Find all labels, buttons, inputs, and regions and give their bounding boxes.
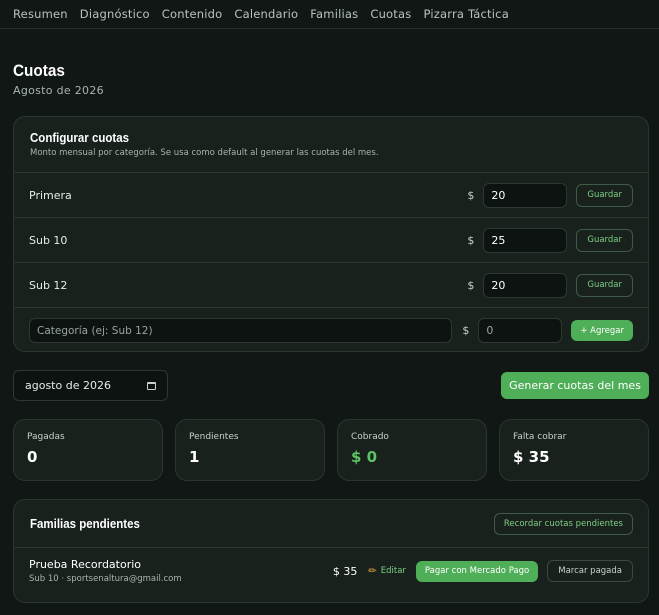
nav-item-familias[interactable]: Familias [310,7,358,21]
edit-button[interactable]: ✏ Editar [368,566,406,577]
category-name: Primera [29,188,72,202]
category-amount-input[interactable] [483,272,568,298]
family-info: Prueba Recordatorio Sub 10 · sportsenalt… [29,558,333,584]
config-description: Monto mensual por categoría. Se usa como… [30,148,379,158]
edit-label: Editar [380,566,406,576]
category-name: Sub 12 [29,278,68,292]
nav-item-contenido[interactable]: Contenido [162,7,223,21]
category-row-sub10: Sub 10 $ Guardar [14,218,648,263]
config-header: Configurar cuotas Monto mensual por cate… [14,117,648,173]
generate-fees-button[interactable]: Generar cuotas del mes [501,372,649,399]
stat-label: Pendientes [189,432,239,442]
nav-item-cuotas[interactable]: Cuotas [370,7,411,21]
currency-symbol: $ [467,233,475,247]
page-subtitle: Agosto de 2026 [13,84,104,97]
new-category-amount-input[interactable] [478,318,563,343]
new-category-input[interactable] [29,318,453,343]
mark-paid-button[interactable]: Marcar pagada [547,560,633,582]
stat-card-cobrado: Cobrado $ 0 [337,419,487,481]
category-row-primera: Primera $ Guardar [14,173,648,218]
currency-symbol: $ [467,188,475,202]
stat-label: Falta cobrar [513,432,567,442]
currency-symbol: $ [467,278,475,292]
nav-item-diagnostico[interactable]: Diagnóstico [80,7,150,21]
stat-value: $ 0 [351,448,378,466]
stat-value: 1 [189,448,200,466]
family-name: Prueba Recordatorio [29,558,142,571]
config-title: Configurar cuotas [30,131,130,145]
top-nav: Resumen Diagnóstico Contenido Calendario… [0,0,659,29]
stat-label: Cobrado [351,432,389,442]
config-card: Configurar cuotas Monto mensual por cate… [13,116,649,352]
nav-item-pizarra-tactica[interactable]: Pizarra Táctica [423,7,508,21]
save-button[interactable]: Guardar [576,183,633,207]
stat-card-pagadas: Pagadas 0 [13,419,163,481]
category-amount-input[interactable] [483,227,568,253]
pending-header: Familias pendientes Recordar cuotas pend… [14,500,648,548]
nav-item-calendario[interactable]: Calendario [234,7,298,21]
pending-title: Familias pendientes [30,516,140,531]
new-category-row: $ + Agregar [14,308,648,351]
nav-item-resumen[interactable]: Resumen [13,7,68,21]
save-button[interactable]: Guardar [576,228,633,252]
category-name: Sub 10 [29,233,68,247]
stat-value: 0 [27,448,38,466]
month-picker-value: agosto de 2026 [25,379,111,392]
pending-families-card: Familias pendientes Recordar cuotas pend… [13,499,649,603]
currency-symbol: $ [462,324,470,337]
family-meta: Sub 10 · sportsenaltura@gmail.com [29,574,182,584]
pay-mercado-pago-button[interactable]: Pagar con Mercado Pago [415,560,539,582]
month-picker[interactable]: agosto de 2026 [13,370,168,401]
pencil-icon: ✏ [368,565,377,577]
family-amount: $ 35 [332,564,358,578]
stat-label: Pagadas [27,432,65,442]
save-button[interactable]: Guardar [576,273,633,297]
remind-pending-button[interactable]: Recordar cuotas pendientes [493,512,633,535]
add-category-button[interactable]: + Agregar [571,320,633,341]
page-title: Cuotas [13,61,65,80]
stat-card-falta-cobrar: Falta cobrar $ 35 [499,419,649,481]
family-row: Prueba Recordatorio Sub 10 · sportsenalt… [14,548,648,594]
category-row-sub12: Sub 12 $ Guardar [14,263,648,308]
stat-value: $ 35 [513,448,550,466]
stat-card-pendientes: Pendientes 1 [175,419,325,481]
category-amount-input[interactable] [483,182,568,208]
calendar-icon[interactable] [147,381,156,390]
